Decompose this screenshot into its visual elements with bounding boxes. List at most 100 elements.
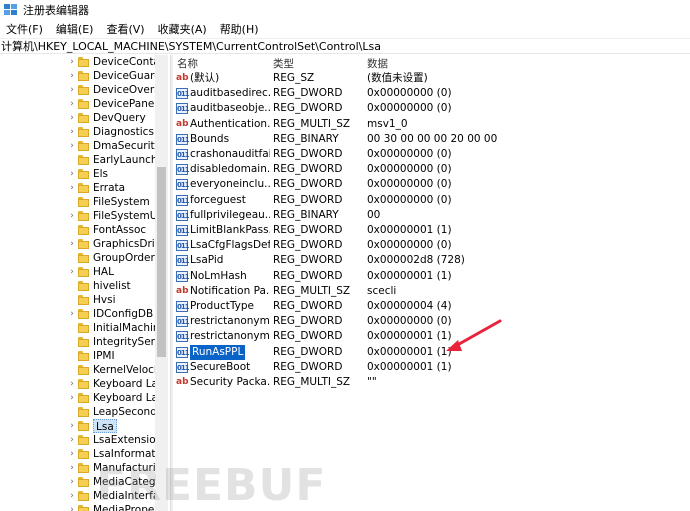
tree-scrollbar[interactable] [155, 55, 168, 511]
binary-value-icon: 011 [176, 301, 190, 312]
chevron-right-icon[interactable]: › [68, 477, 76, 487]
tree-item[interactable]: › LsaExtensionC [0, 433, 155, 447]
chevron-right-icon[interactable]: › [68, 463, 76, 473]
chevron-right-icon[interactable]: › [68, 505, 76, 511]
tree-scrollbar-thumb[interactable] [157, 167, 166, 357]
tree-item[interactable]: › Lsa [0, 419, 155, 433]
value-type: REG_SZ [273, 72, 315, 84]
value-type: REG_DWORD [273, 193, 343, 206]
binary-value-icon: 011 [176, 164, 190, 176]
value-row[interactable]: 011 fullprivilegeau... REG_BINARY 00 [173, 208, 690, 223]
tree-item[interactable]: FileSystem [0, 195, 155, 209]
tree-item[interactable]: › Errata [0, 181, 155, 195]
chevron-right-icon[interactable]: › [68, 127, 76, 137]
chevron-right-icon[interactable]: › [68, 85, 76, 95]
tree-item-label: GroupOrderLi [93, 252, 155, 264]
binary-value-icon: 011 [176, 346, 190, 358]
menu-help[interactable]: 帮助(H) [216, 21, 263, 37]
value-name: SecureBoot [190, 360, 251, 373]
column-header-name[interactable]: 名称 [177, 56, 198, 71]
value-row[interactable]: 011 everyoneinclu... REG_DWORD 0x00000000 (… [173, 177, 690, 192]
tree-item[interactable]: › Diagnostics [0, 125, 155, 139]
value-row[interactable]: 011 disabledomain... REG_DWORD 0x00000000 (… [173, 162, 690, 177]
chevron-right-icon[interactable]: › [68, 491, 76, 501]
chevron-right-icon[interactable]: › [68, 267, 76, 277]
value-row[interactable]: 011LsaCfgFlagsDef...REG_DWORD 0x00000000 … [173, 238, 690, 253]
tree-item[interactable]: LeapSecondIr [0, 405, 155, 419]
tree-item[interactable]: › DevQuery [0, 111, 155, 125]
chevron-right-icon[interactable]: › [68, 421, 76, 431]
value-row[interactable]: 011 forceguest REG_DWORD 0x00000000 (0) [173, 193, 690, 208]
address-bar[interactable]: 计算机\HKEY_LOCAL_MACHINE\SYSTEM\CurrentCon… [0, 38, 690, 54]
chevron-right-icon[interactable]: › [68, 309, 76, 319]
tree-item-label: HAL [93, 266, 114, 278]
value-row[interactable]: 011 ProductType REG_DWORD 0x00000004 (4) [173, 299, 690, 314]
folder-icon [78, 141, 89, 151]
address-path[interactable]: 计算机\HKEY_LOCAL_MACHINE\SYSTEM\CurrentCon… [1, 38, 381, 54]
value-row[interactable]: 011 LsaPid REG_DWORD 0x000002d8 (728) [173, 253, 690, 268]
tree-item[interactable]: › DeviceContai [0, 55, 155, 69]
chevron-right-icon[interactable]: › [68, 113, 76, 123]
tree-item[interactable]: › DeviceOverric [0, 83, 155, 97]
value-type: REG_MULTI_SZ [273, 117, 351, 130]
chevron-right-icon[interactable]: › [68, 239, 76, 249]
value-row[interactable]: 011 auditbaseobje... REG_DWORD 0x00000000 (… [173, 101, 690, 116]
value-row[interactable]: 011 auditbasedirec... REG_DWORD 0x00000000 … [173, 86, 690, 101]
value-row[interactable]: ab Notification Pa... REG_MULTI_SZ scecli [173, 284, 690, 299]
tree-item[interactable]: › GraphicsDrive [0, 237, 155, 251]
value-row[interactable]: ab Authentication... REG_MULTI_SZ msv1_0 [173, 117, 690, 132]
tree-item[interactable]: › FileSystemUti [0, 209, 155, 223]
menu-edit[interactable]: 编辑(E) [52, 21, 98, 37]
column-header-type[interactable]: 类型 [273, 56, 294, 71]
tree-item[interactable]: GroupOrderLi [0, 251, 155, 265]
tree-item[interactable]: › HAL [0, 265, 155, 279]
tree-item[interactable]: FontAssoc [0, 223, 155, 237]
folder-icon [78, 379, 89, 389]
tree-item[interactable]: InitialMachine [0, 321, 155, 335]
tree-item[interactable]: IPMI [0, 349, 155, 363]
chevron-right-icon[interactable]: › [68, 211, 76, 221]
tree-item[interactable]: › DeviceGuard [0, 69, 155, 83]
chevron-right-icon[interactable]: › [68, 435, 76, 445]
tree-item[interactable]: › Els [0, 167, 155, 181]
chevron-right-icon[interactable]: › [68, 393, 76, 403]
column-header-data[interactable]: 数据 [367, 56, 388, 71]
chevron-right-icon[interactable]: › [68, 141, 76, 151]
chevron-right-icon[interactable]: › [68, 99, 76, 109]
menu-file[interactable]: 文件(F) [2, 21, 47, 37]
value-data: 0x00000000 (0) [367, 87, 452, 100]
chevron-right-icon[interactable]: › [68, 57, 76, 67]
value-row[interactable]: 011restrictanonym...REG_DWORD0x00000001 … [173, 329, 690, 344]
tree-item[interactable]: IntegrityServi [0, 335, 155, 349]
value-row[interactable]: ab (默认) REG_SZ (数值未设置) [173, 71, 690, 86]
chevron-right-icon[interactable]: › [68, 379, 76, 389]
value-row[interactable]: 011 crashonauditfail REG_DWORD 0x00000000 (… [173, 147, 690, 162]
folder-icon [78, 281, 89, 291]
tree-item[interactable]: › DevicePanels [0, 97, 155, 111]
value-data: 0x00000001 (1) [367, 269, 452, 282]
tree-item-label: LsaExtensionC [93, 434, 155, 446]
value-row[interactable]: 011 NoLmHash REG_DWORD 0x00000001 (1) [173, 269, 690, 284]
tree-item[interactable]: › Keyboard Lay [0, 391, 155, 405]
value-row[interactable]: ab Security Packa... REG_MULTI_SZ "" [173, 375, 690, 390]
chevron-right-icon[interactable]: › [68, 71, 76, 81]
chevron-right-icon[interactable]: › [68, 183, 76, 193]
value-row[interactable]: 011 LimitBlankPass... REG_DWORD 0x00000001 … [173, 223, 690, 238]
string-value-icon: ab [176, 377, 189, 387]
value-row[interactable]: 011restrictanonym...REG_DWORD0x00000000 … [173, 314, 690, 329]
value-row[interactable]: 011 Bounds REG_BINARY 00 30 00 00 00 20 00 … [173, 132, 690, 147]
tree-item[interactable]: Hvsi [0, 293, 155, 307]
chevron-right-icon[interactable]: › [68, 449, 76, 459]
chevron-right-icon[interactable]: › [68, 169, 76, 179]
tree-item[interactable]: › LsaInformatio [0, 447, 155, 461]
tree-item[interactable]: EarlyLaunch [0, 153, 155, 167]
tree-item[interactable]: › DmaSecurity [0, 139, 155, 153]
tree-item[interactable]: › IDConfigDB [0, 307, 155, 321]
tree-item[interactable]: › Keyboard Lay [0, 377, 155, 391]
menu-view[interactable]: 查看(V) [102, 21, 148, 37]
value-row[interactable]: 011 SecureBoot REG_DWORD 0x00000001 (1) [173, 360, 690, 375]
tree-item[interactable]: KernelVelocit [0, 363, 155, 377]
value-row[interactable]: 011 RunAsPPL REG_DWORD 0x00000001 (1) [173, 344, 690, 360]
menu-favorites[interactable]: 收藏夹(A) [154, 21, 211, 37]
tree-item[interactable]: hivelist [0, 279, 155, 293]
